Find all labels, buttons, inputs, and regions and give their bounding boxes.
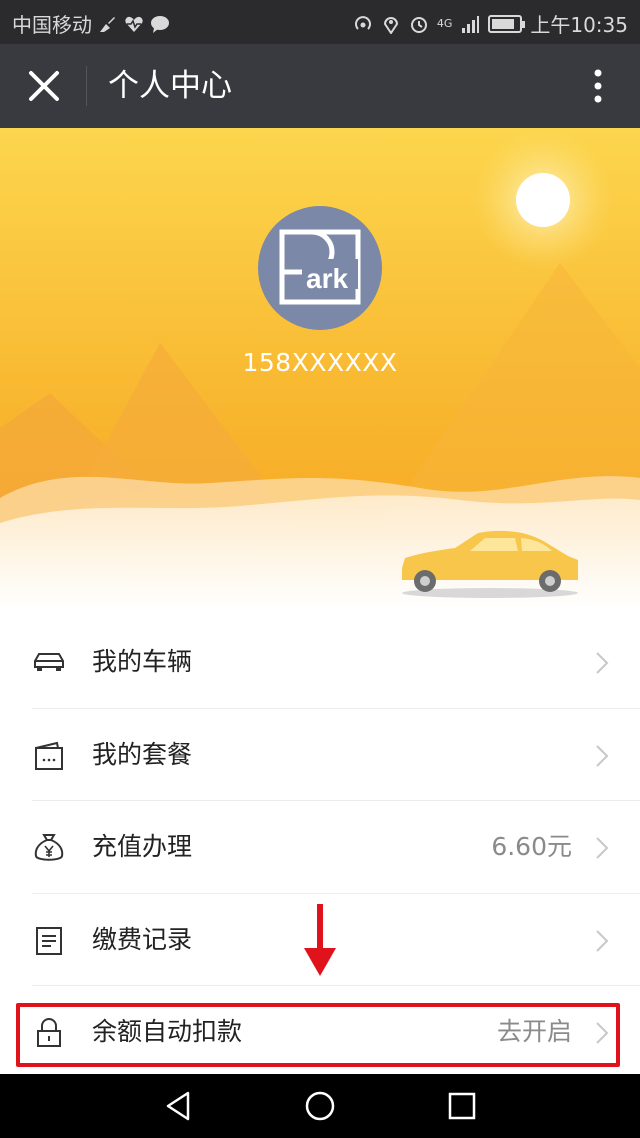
back-triangle-icon[interactable] (160, 1088, 196, 1124)
broom-icon (100, 16, 115, 32)
title-divider (86, 66, 87, 106)
time-label: 上午10:35 (530, 13, 628, 37)
avatar[interactable]: ark (258, 206, 382, 330)
chevron-right-icon (596, 744, 609, 767)
document-icon (36, 926, 62, 955)
more-vertical-icon[interactable] (576, 64, 620, 108)
menu-item-label: 余额自动扣款 (92, 1017, 243, 1046)
recent-square-icon[interactable] (444, 1088, 480, 1124)
phone-number: 158XXXXXX (242, 348, 398, 377)
chevron-right-icon (596, 1022, 609, 1044)
title-bar: 个人中心 (0, 44, 640, 128)
battery-icon (488, 14, 526, 33)
down-arrow-annotation (304, 904, 336, 976)
menu-item-my-packages[interactable]: 我的套餐 (0, 709, 640, 801)
wallet-icon (35, 741, 63, 770)
hotspot-icon (354, 15, 371, 30)
signal-icon (462, 15, 480, 33)
chevron-right-icon (596, 837, 609, 859)
status-left: 中国移动 (12, 9, 170, 38)
menu-list: 我的车辆 我的套餐 充值办理 6.60元 缴费记录 余额自动扣款 去开启 (0, 616, 640, 1079)
park-logo: ark (279, 229, 361, 305)
profile-banner: ark 158XXXXXX (0, 128, 640, 608)
menu-item-auto-deduct[interactable]: 余额自动扣款 去开启 (0, 986, 640, 1079)
alarm-icon (410, 16, 427, 33)
status-right: 4G 上午10:35 (353, 9, 628, 38)
home-circle-icon[interactable] (302, 1088, 338, 1124)
status-bar: 中国移动 4G 上午10:35 (0, 0, 640, 44)
lock-icon (37, 1018, 61, 1047)
menu-item-label: 充值办理 (92, 832, 193, 861)
chat-bubble-icon (151, 15, 169, 33)
page-title: 个人中心 (108, 68, 232, 104)
android-nav-bar (0, 1074, 640, 1138)
balance-value: 6.60元 (491, 832, 572, 861)
location-icon (383, 16, 398, 34)
avatar-text: ark (306, 263, 348, 294)
car-icon (34, 653, 64, 671)
menu-item-recharge[interactable]: 充值办理 6.60元 (0, 801, 640, 894)
network-label: 4G (436, 17, 453, 30)
menu-item-my-vehicles[interactable]: 我的车辆 (0, 616, 640, 709)
money-bag-icon (34, 834, 64, 861)
menu-item-label: 我的套餐 (92, 739, 193, 769)
heart-pulse-icon (125, 16, 143, 32)
enable-link[interactable]: 去开启 (497, 1014, 572, 1050)
close-icon[interactable] (22, 64, 66, 108)
carrier-label: 中国移动 (12, 13, 92, 37)
chevron-right-icon (596, 652, 609, 674)
menu-item-label: 我的车辆 (92, 647, 193, 676)
chevron-right-icon (596, 929, 609, 952)
menu-item-label: 缴费记录 (92, 924, 193, 954)
